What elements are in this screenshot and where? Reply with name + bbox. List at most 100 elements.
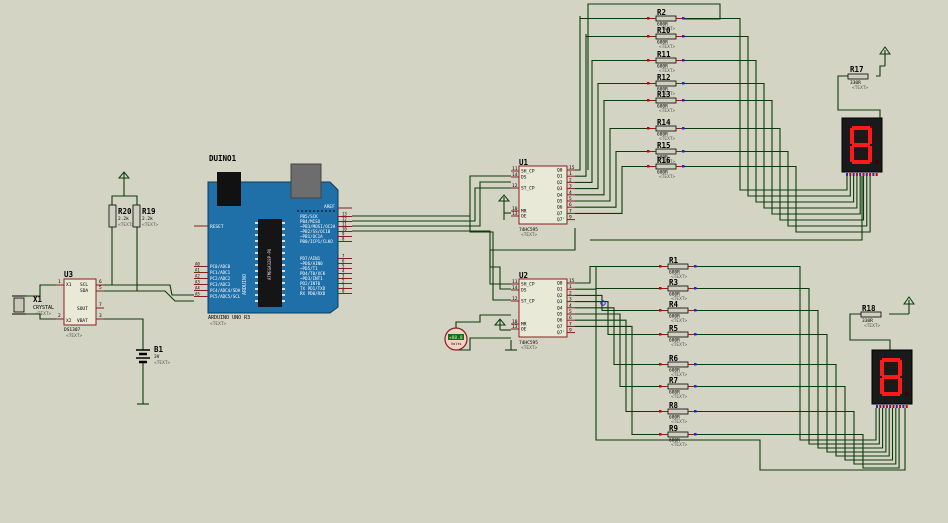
resistor-ref: R6 bbox=[669, 354, 679, 363]
r17-text: <TEXT> bbox=[852, 85, 869, 91]
ground-symbol-u2 bbox=[505, 340, 517, 351]
resistor-r4[interactable]: R4680R<TEXT> bbox=[659, 300, 697, 324]
seven-segment-display-1[interactable] bbox=[841, 117, 883, 176]
battery-b1[interactable]: B1 3V <TEXT> bbox=[136, 345, 171, 366]
display-pin bbox=[859, 173, 862, 176]
ds1307-part: DS1307 bbox=[64, 327, 81, 333]
resistor-r13[interactable]: R13680R<TEXT> bbox=[647, 90, 685, 114]
seven-segment-display-2[interactable] bbox=[871, 349, 913, 408]
pin-dot bbox=[659, 385, 662, 388]
resistor-r5[interactable]: R5680R<TEXT> bbox=[659, 324, 697, 348]
resistor-r17[interactable]: R17 330R <TEXT> bbox=[847, 65, 869, 91]
wire-seg2-2 bbox=[696, 309, 884, 449]
r19-value: 2.2k bbox=[142, 216, 153, 222]
dip-pin-right bbox=[282, 258, 285, 260]
arduino-aref-label: AREF bbox=[324, 204, 335, 210]
ds1307-num-7: 7 bbox=[99, 302, 102, 308]
resistor-r7[interactable]: R7680R<TEXT> bbox=[659, 376, 697, 400]
u2-pinnum-r7: 7 bbox=[569, 321, 572, 327]
resistor-r11[interactable]: R11680R<TEXT> bbox=[647, 50, 685, 74]
resistor-ref: R11 bbox=[657, 50, 671, 59]
resistor-r16[interactable]: R16680R<TEXT> bbox=[647, 156, 685, 180]
resistor-text: <TEXT> bbox=[659, 108, 676, 114]
dip-pin-right bbox=[282, 282, 285, 284]
wire-scl-a5 bbox=[104, 284, 194, 296]
resistor-ref: R7 bbox=[669, 376, 678, 385]
display-pin bbox=[879, 405, 882, 408]
wire-common-2 bbox=[595, 266, 906, 471]
u1-pin-q6: Q6 bbox=[557, 205, 563, 211]
resistor-r19[interactable]: R19 2.2k <TEXT> bbox=[132, 204, 159, 228]
resistor-ref: R3 bbox=[669, 278, 679, 287]
power-jack bbox=[290, 163, 322, 199]
u1-pinnum-r8: 9 bbox=[569, 215, 572, 221]
segment-resistors-bottom: R1680R<TEXT>R3680R<TEXT>R4680R<TEXT>R568… bbox=[659, 256, 697, 448]
display-pin bbox=[865, 173, 868, 176]
wire-seg1-7 bbox=[684, 165, 871, 233]
r20-text: <TEXT> bbox=[118, 222, 135, 228]
resistor-r14[interactable]: R14680R<TEXT> bbox=[647, 118, 685, 142]
resistor-r9[interactable]: R9680R<TEXT> bbox=[659, 424, 697, 448]
dip-pin-right bbox=[282, 264, 285, 266]
segment-resistors-top: R2680R<TEXT>R10680R<TEXT>R11680R<TEXT>R1… bbox=[647, 8, 685, 180]
segment-a bbox=[882, 358, 900, 362]
voltmeter[interactable]: +88.8 Volts bbox=[444, 327, 468, 351]
u1-pin-q3: Q3 bbox=[557, 186, 563, 192]
u2-pin-q0: Q0 bbox=[557, 281, 563, 287]
segment-dp bbox=[875, 160, 879, 164]
resistor-r10[interactable]: R10680R<TEXT> bbox=[647, 26, 685, 50]
display-pin bbox=[889, 405, 892, 408]
arduino-pin-num-8: 8 bbox=[342, 237, 345, 242]
pin-dot bbox=[682, 35, 685, 38]
u1-pin-q5: Q5 bbox=[557, 199, 563, 205]
resistor-r3[interactable]: R3680R<TEXT> bbox=[659, 278, 697, 302]
arduino-uno-board[interactable]: DUINO1 ATMEGA328P-PU ARDUINO RESET AREF … bbox=[194, 154, 352, 327]
power-terminal-vcc-u2 bbox=[493, 318, 507, 330]
dip-pin-left bbox=[255, 258, 258, 260]
u1-pin-q0: Q0 bbox=[557, 168, 563, 174]
schematic-canvas[interactable]: X1 CRYSTAL <TEXT> U3 X1 X2 SCL SDA SOUT … bbox=[0, 0, 948, 523]
u2-pin-q5: Q5 bbox=[557, 312, 563, 318]
dip-pin-right bbox=[282, 228, 285, 230]
pin-dot bbox=[659, 433, 662, 436]
pin-dot bbox=[694, 385, 697, 388]
arduino-analog-label-2: PC2/ADC2 bbox=[210, 276, 231, 281]
arduino-analog-num-4: A4 bbox=[195, 286, 200, 291]
dip-pin-left bbox=[255, 246, 258, 248]
ds1307-pin-sout: SOUT bbox=[77, 306, 88, 312]
wire-u2-q4 bbox=[575, 307, 660, 366]
resistor-r1[interactable]: R1680R<TEXT> bbox=[659, 256, 697, 280]
voltmeter-value: +88.8 bbox=[449, 335, 463, 341]
dip-pin-left bbox=[255, 270, 258, 272]
resistor-r6[interactable]: R6680R<TEXT> bbox=[659, 354, 697, 378]
wire-u2-q3 bbox=[575, 301, 660, 336]
u1-pinnum-l1: 14 bbox=[512, 172, 518, 178]
wire-u2-q1 bbox=[575, 287, 660, 290]
pin-dot bbox=[647, 150, 650, 153]
u2-text: <TEXT> bbox=[521, 345, 538, 351]
wire-sda-a4 bbox=[104, 290, 194, 302]
pin-dot bbox=[659, 363, 662, 366]
resistor-ref: R4 bbox=[669, 300, 679, 309]
display-pin bbox=[899, 405, 902, 408]
display-pin bbox=[882, 405, 885, 408]
u1-pin-q1: Q1 bbox=[557, 174, 563, 180]
pin-dot bbox=[694, 433, 697, 436]
u2-pin-q6: Q6 bbox=[557, 318, 563, 324]
segment-c bbox=[882, 392, 900, 396]
u2-pin-q4: Q4 bbox=[557, 305, 563, 311]
wire-u2-q0 bbox=[575, 265, 660, 284]
resistor-r18[interactable]: R18 330R <TEXT> bbox=[860, 304, 882, 329]
segment-g bbox=[898, 378, 902, 394]
resistor-r20[interactable]: R20 2.2k <TEXT> bbox=[108, 204, 135, 228]
chip-ds1307-u3[interactable]: U3 X1 X2 SCL SDA SOUT VBAT DS1307 <TEXT>… bbox=[56, 270, 104, 339]
wire-sda bbox=[104, 227, 138, 292]
wire-data-u1 bbox=[352, 181, 511, 227]
chip-74hc595-u1[interactable]: SH_CP11DS14ST_CP12MR10OE13Q0 15Q1 1Q2 2Q3 3Q… bbox=[511, 165, 575, 225]
ground-symbol-battery bbox=[137, 398, 149, 405]
display-pin bbox=[855, 173, 858, 176]
arduino-analog-label-0: PC0/ADC0 bbox=[210, 264, 231, 269]
u1-pin-sh_cp: SH_CP bbox=[521, 169, 535, 175]
chip-74hc595-u2[interactable]: SH_CP11DS14ST_CP12MR10OE13Q0 15Q1 1Q2 2Q3 3Q… bbox=[511, 278, 575, 338]
resistor-r8[interactable]: R8680R<TEXT> bbox=[659, 401, 697, 425]
